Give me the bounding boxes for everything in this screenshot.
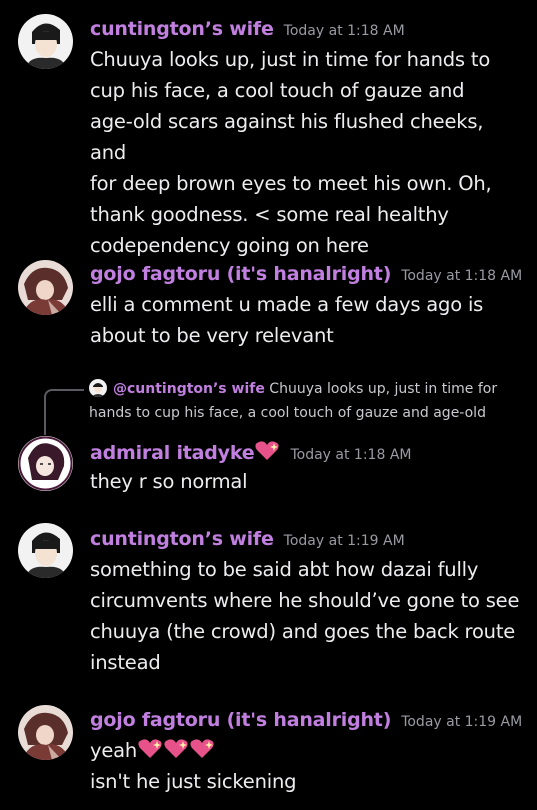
avatar[interactable] <box>18 436 73 491</box>
username[interactable]: cuntington’s wife Today at 1:18 AM <box>90 18 405 40</box>
message-text: they r so normal <box>90 466 520 497</box>
sparkling-heart-icon <box>163 738 189 760</box>
username-label[interactable]: cuntington’s wife <box>90 528 274 550</box>
timestamp: Today at 1:18 AM <box>401 268 523 284</box>
username[interactable]: cuntington’s wife Today at 1:19 AM <box>90 528 405 550</box>
reply-spine <box>44 389 84 435</box>
avatar[interactable] <box>18 523 73 578</box>
reply-snippet: hands to cup his face, a cool touch of g… <box>89 405 486 421</box>
message-line: codependency going on here <box>90 234 369 257</box>
username[interactable]: gojo fagtoru (it's hanalright) Today at 1… <box>90 709 522 731</box>
sparkling-heart-icon <box>137 738 163 760</box>
message-line-text: yeah <box>90 739 138 762</box>
message-text: something to be said abt how dazai fully… <box>90 554 520 678</box>
message-line: cup his face, a cool touch of gauze and <box>90 79 465 102</box>
message-line: yeah <box>90 735 520 766</box>
message-line: Chuuya looks up, just in time for hands … <box>90 48 491 71</box>
message-line: circumvents where he should’ve gone to s… <box>90 589 520 612</box>
avatar[interactable] <box>18 705 73 760</box>
message-line: about to be very relevant <box>90 324 334 347</box>
message-line: they r so normal <box>90 470 248 493</box>
reply-avatar <box>89 379 107 397</box>
username[interactable]: admiral itadyke Today at 1:18 AM <box>90 440 411 464</box>
timestamp: Today at 1:18 AM <box>290 447 412 463</box>
message-line: thank goodness. < some real healthy <box>90 203 449 226</box>
message-line: instead <box>90 651 161 674</box>
timestamp: Today at 1:18 AM <box>283 23 405 39</box>
reply-snippet: Chuuya looks up, just in time for <box>269 381 498 397</box>
message-line: age-old scars against his flushed cheeks… <box>90 110 484 164</box>
sparkling-heart-icon <box>189 738 215 760</box>
timestamp: Today at 1:19 AM <box>283 533 405 549</box>
username[interactable]: gojo fagtoru (it's hanalright) Today at 1… <box>90 263 522 285</box>
username-label[interactable]: cuntington’s wife <box>90 18 274 40</box>
reply-mention[interactable]: @cuntington’s wife <box>113 381 265 397</box>
username-label[interactable]: gojo fagtoru (it's hanalright) <box>90 709 391 731</box>
message-text: Chuuya looks up, just in time for hands … <box>90 44 520 261</box>
sparkling-heart-icon <box>254 440 280 462</box>
message-line: something to be said abt how dazai fully <box>90 558 479 581</box>
avatar[interactable] <box>18 260 73 315</box>
timestamp: Today at 1:19 AM <box>401 714 523 730</box>
message-text: yeah isn't he just sickening <box>90 735 520 797</box>
message-text: elli a comment u made a few days ago is … <box>90 289 520 351</box>
reply-preview[interactable]: @cuntington’s wife Chuuya looks up, just… <box>89 377 519 425</box>
message-line: isn't he just sickening <box>90 770 297 793</box>
message-line: for deep brown eyes to meet his own. Oh, <box>90 172 492 195</box>
message-line: elli a comment u made a few days ago is <box>90 293 484 316</box>
username-label[interactable]: gojo fagtoru (it's hanalright) <box>90 263 391 285</box>
username-label[interactable]: admiral itadyke <box>90 442 255 464</box>
message-line: chuuya (the crowd) and goes the back rou… <box>90 620 516 643</box>
avatar[interactable] <box>18 14 73 69</box>
